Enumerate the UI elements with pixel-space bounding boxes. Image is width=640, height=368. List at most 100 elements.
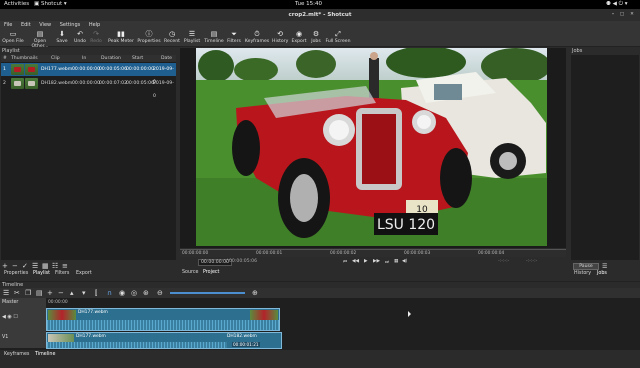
menu-view[interactable]: View [39, 22, 51, 28]
filters-button[interactable]: ⏷ Filters [226, 29, 242, 47]
timeline-clip[interactable]: DH177.webm DH182.webm 00:00:01:21 [46, 332, 282, 349]
jobs-button[interactable]: ⚙ Jobs [309, 29, 323, 47]
zoom-slider[interactable] [170, 292, 245, 294]
paste-icon[interactable]: ▤ [36, 289, 43, 297]
menu-settings[interactable]: Settings [60, 22, 81, 28]
tab-jobs[interactable]: Jobs [597, 271, 607, 276]
split-icon[interactable]: ⫿ [95, 289, 97, 298]
viewer-timeline-ruler[interactable]: 00:00:00:00 00:00:00:01 00:00:00:02 00:0… [180, 249, 566, 257]
tab-source[interactable]: Source [182, 270, 198, 275]
track-header-master[interactable]: Master [0, 298, 46, 308]
duration-label: / 00:00:05:06 [226, 259, 258, 264]
tab-properties[interactable]: Properties [4, 271, 28, 276]
volume-icon[interactable]: ◀) [402, 259, 407, 264]
status-menu[interactable]: ⚉ ◀ ⏻ ▾ [606, 0, 628, 9]
properties-button[interactable]: ⓘ Properties [137, 29, 161, 47]
app-indicator[interactable]: ▣ Shotcut ▾ [34, 0, 67, 9]
menu-help[interactable]: Help [89, 22, 100, 28]
keyframes-button[interactable]: ⏱ Keyframes [244, 29, 270, 47]
col-in[interactable]: In [82, 55, 86, 62]
timeline-clip[interactable]: DH177.webm [46, 308, 280, 331]
undo-button[interactable]: ↶ Undo [73, 29, 87, 47]
menu-edit[interactable]: Edit [21, 22, 31, 28]
snap-icon[interactable]: ∩ [107, 289, 112, 297]
activities-button[interactable]: Activities [4, 0, 29, 9]
col-duration[interactable]: Duration [101, 55, 121, 62]
tiles-icon[interactable]: ▦ [42, 262, 49, 270]
fast-forward-icon[interactable]: ▶▶ [373, 259, 380, 264]
save-button[interactable]: ⬇ Save [55, 29, 69, 47]
tab-playlist[interactable]: Playlist [33, 271, 50, 276]
window-title: crop2.mlt* - Shotcut [288, 12, 352, 18]
clip-name: DH182.webm [227, 334, 257, 339]
jobs-list[interactable] [571, 55, 639, 260]
col-thumbnails[interactable]: Thumbnails [11, 55, 38, 62]
minimize-icon[interactable]: – [610, 12, 616, 18]
close-icon[interactable]: ✕ [629, 12, 635, 18]
open-other-button[interactable]: ▤ Open Other... [26, 29, 54, 49]
play-icon[interactable]: ▶ [364, 259, 368, 264]
redo-button[interactable]: ↷ Redo [89, 29, 103, 47]
track-header-v1[interactable]: V1 ◀ ◉ ☐ [0, 308, 46, 348]
transport-controls: 00:00:00:00 / 00:00:05:06 ⏮ ◀◀ ▶ ▶▶ ⏭ ▦ … [180, 258, 566, 268]
maximize-icon[interactable]: □ [619, 12, 625, 18]
col-clip[interactable]: Clip [51, 55, 60, 62]
zoom-out-icon[interactable]: ⊖ [157, 289, 163, 297]
detail-icon[interactable]: ≡ [62, 262, 68, 270]
clip-name: DH177.webm [76, 334, 106, 339]
timeline-menu-icon[interactable]: ☰ [3, 289, 9, 297]
playlist-row[interactable]: 1 DH177.webm 00:00:00:00 00:00:05:06 00:… [1, 63, 176, 85]
tab-export[interactable]: Export [76, 271, 92, 276]
thumbnail-out [25, 64, 38, 75]
playlist-row[interactable]: 2 DH182.webm 00:00:00:00 00:00:07:02 00:… [1, 77, 176, 99]
append-icon[interactable]: + [47, 289, 53, 297]
view-menu-icon[interactable]: ☰ [32, 262, 38, 270]
scrub-icon[interactable]: ◉ [119, 289, 125, 297]
clip-thumbnail [250, 310, 278, 320]
export-button[interactable]: ◉ Export [290, 29, 308, 47]
ripple-all-icon[interactable]: ⊛ [143, 289, 149, 297]
rewind-icon[interactable]: ◀◀ [352, 259, 359, 264]
main-toolbar: ▭ Open File ▤ Open Other... ⬇ Save ↶ Undo ↷ R… [0, 29, 640, 49]
col-start[interactable]: Start [132, 55, 143, 62]
recent-button[interactable]: ◷ Recent [163, 29, 181, 47]
ripple-icon[interactable]: ◎ [131, 289, 137, 297]
playlist-table[interactable]: # Thumbnails Clip In Duration Start Date… [1, 55, 176, 260]
full-screen-button[interactable]: ⤢ Full Screen [324, 29, 352, 47]
skip-end-icon[interactable]: ⏭ [385, 259, 389, 265]
skip-start-icon[interactable]: ⏮ [343, 259, 347, 265]
tab-project[interactable]: Project [203, 270, 219, 275]
remove-icon[interactable]: − [12, 262, 18, 270]
pause-jobs-button[interactable]: Pause [573, 263, 599, 270]
tab-history[interactable]: History [574, 271, 591, 276]
menu-file[interactable]: File [4, 22, 12, 28]
timeline-button[interactable]: ▤ Timeline [203, 29, 225, 47]
peak-meter-button[interactable]: ▮▮ Peak Meter [108, 29, 134, 47]
col-date[interactable]: Date [161, 55, 172, 62]
jobs-menu-icon[interactable]: ☰ [602, 263, 610, 270]
clip-timecode: 00:00:01:21 [232, 342, 260, 347]
timeline-tracks[interactable]: Master V1 ◀ ◉ ☐ 00:00:00 DH177.webm DH17… [0, 298, 640, 350]
clock[interactable]: Tue 15:40 [295, 0, 322, 9]
lift-icon[interactable]: ▴ [70, 289, 74, 297]
playlist-button[interactable]: ☰ Playlist [183, 29, 201, 47]
tab-filters[interactable]: Filters [55, 271, 69, 276]
video-viewer[interactable]: 10 LSU 120 [180, 48, 566, 248]
add-icon[interactable]: + [2, 262, 8, 270]
video-frame: 10 LSU 120 [196, 48, 547, 246]
fullscreen-icon: ⤢ [335, 30, 341, 38]
tab-timeline[interactable]: Timeline [35, 352, 55, 357]
copy-icon[interactable]: ❐ [25, 289, 31, 297]
grid-icon[interactable]: ▦ [394, 259, 398, 264]
list-icon[interactable]: ☷ [52, 262, 58, 270]
col-num[interactable]: # [3, 55, 7, 62]
history-button[interactable]: ⟲ History [272, 29, 288, 47]
track-toggle-icons[interactable]: ◀ ◉ ☐ [2, 314, 18, 320]
remove-icon[interactable]: − [58, 289, 64, 297]
zoom-in-icon[interactable]: ⊕ [252, 289, 258, 297]
update-icon[interactable]: ✓ [22, 262, 28, 270]
tab-keyframes[interactable]: Keyframes [4, 352, 29, 357]
overwrite-icon[interactable]: ▾ [82, 289, 86, 297]
open-file-button[interactable]: ▭ Open File [2, 29, 24, 47]
cut-icon[interactable]: ✂ [14, 289, 20, 297]
